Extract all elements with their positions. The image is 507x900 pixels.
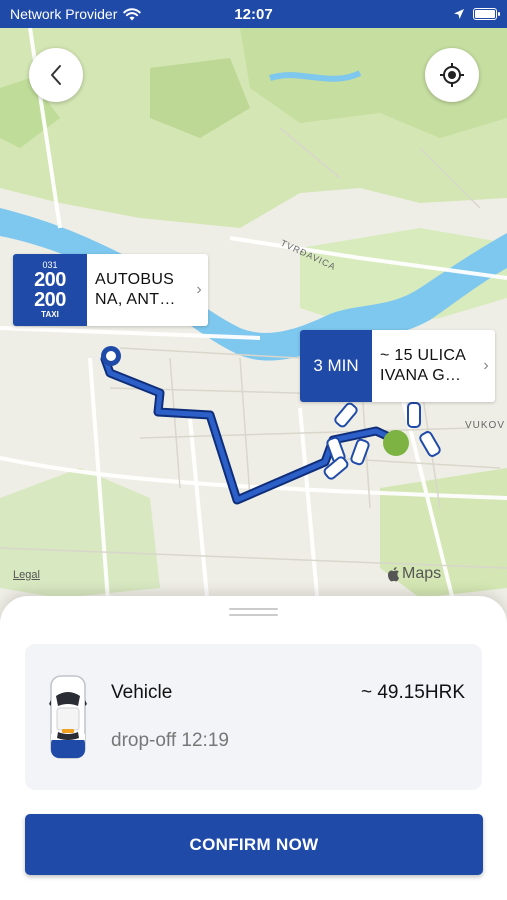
destination-callout[interactable]: 3 MIN ~ 15 ULICA IVANA G… › (300, 330, 495, 402)
eta-badge: 3 MIN (300, 330, 372, 402)
map-view[interactable]: TVRĐAVICA VUKOV 031 200 200 TAXI AUTOBUS… (0, 28, 507, 628)
taxi-logo-number-top: 200 (34, 269, 66, 291)
back-button[interactable] (29, 48, 83, 102)
vehicle-card[interactable]: Vehicle drop-off 12:19 ~ 49.15HRK (25, 644, 482, 790)
map-canvas: TVRĐAVICA VUKOV (0, 28, 507, 628)
origin-callout[interactable]: 031 200 200 TAXI AUTOBUS NA, ANT… › (13, 254, 208, 326)
apple-logo-icon (388, 566, 400, 581)
wifi-icon (123, 7, 142, 20)
bottom-sheet[interactable]: Vehicle drop-off 12:19 ~ 49.15HRK CONFIR… (0, 596, 507, 900)
taxi-logo-number-bottom: 200 (34, 289, 66, 311)
battery-icon (473, 8, 500, 20)
locate-me-button[interactable] (425, 48, 479, 102)
chevron-right-icon: › (483, 357, 489, 374)
maps-brand: Maps (388, 565, 441, 583)
legal-link[interactable]: Legal (13, 569, 40, 581)
location-arrow-icon (454, 9, 464, 19)
carrier-label: Network Provider (10, 6, 118, 22)
sheet-grabber[interactable] (229, 608, 278, 618)
vehicle-name: Vehicle (111, 682, 173, 703)
street-label-vukov: VUKOV (465, 420, 505, 431)
destination-address-line1: ~ 15 ULICA (380, 347, 467, 364)
status-bar: Network Provider 12:07 (0, 0, 507, 28)
origin-address-line2: NA, ANT… (95, 291, 176, 308)
maps-brand-label: Maps (402, 565, 442, 582)
vehicle-price: ~ 49.15HRK (360, 682, 465, 703)
confirm-now-button[interactable]: CONFIRM NOW (25, 814, 483, 875)
chevron-left-icon (51, 65, 61, 85)
crosshair-icon (440, 63, 464, 87)
taxi-logo-text: TAXI (41, 310, 59, 319)
taxi-car-icon (49, 675, 87, 759)
chevron-right-icon: › (196, 281, 202, 298)
taxi-logo: 031 200 200 TAXI (13, 254, 87, 326)
drop-off-time: drop-off 12:19 (111, 730, 229, 751)
destination-address-line2: IVANA G… (380, 367, 462, 384)
origin-address-line1: AUTOBUS (95, 271, 175, 288)
